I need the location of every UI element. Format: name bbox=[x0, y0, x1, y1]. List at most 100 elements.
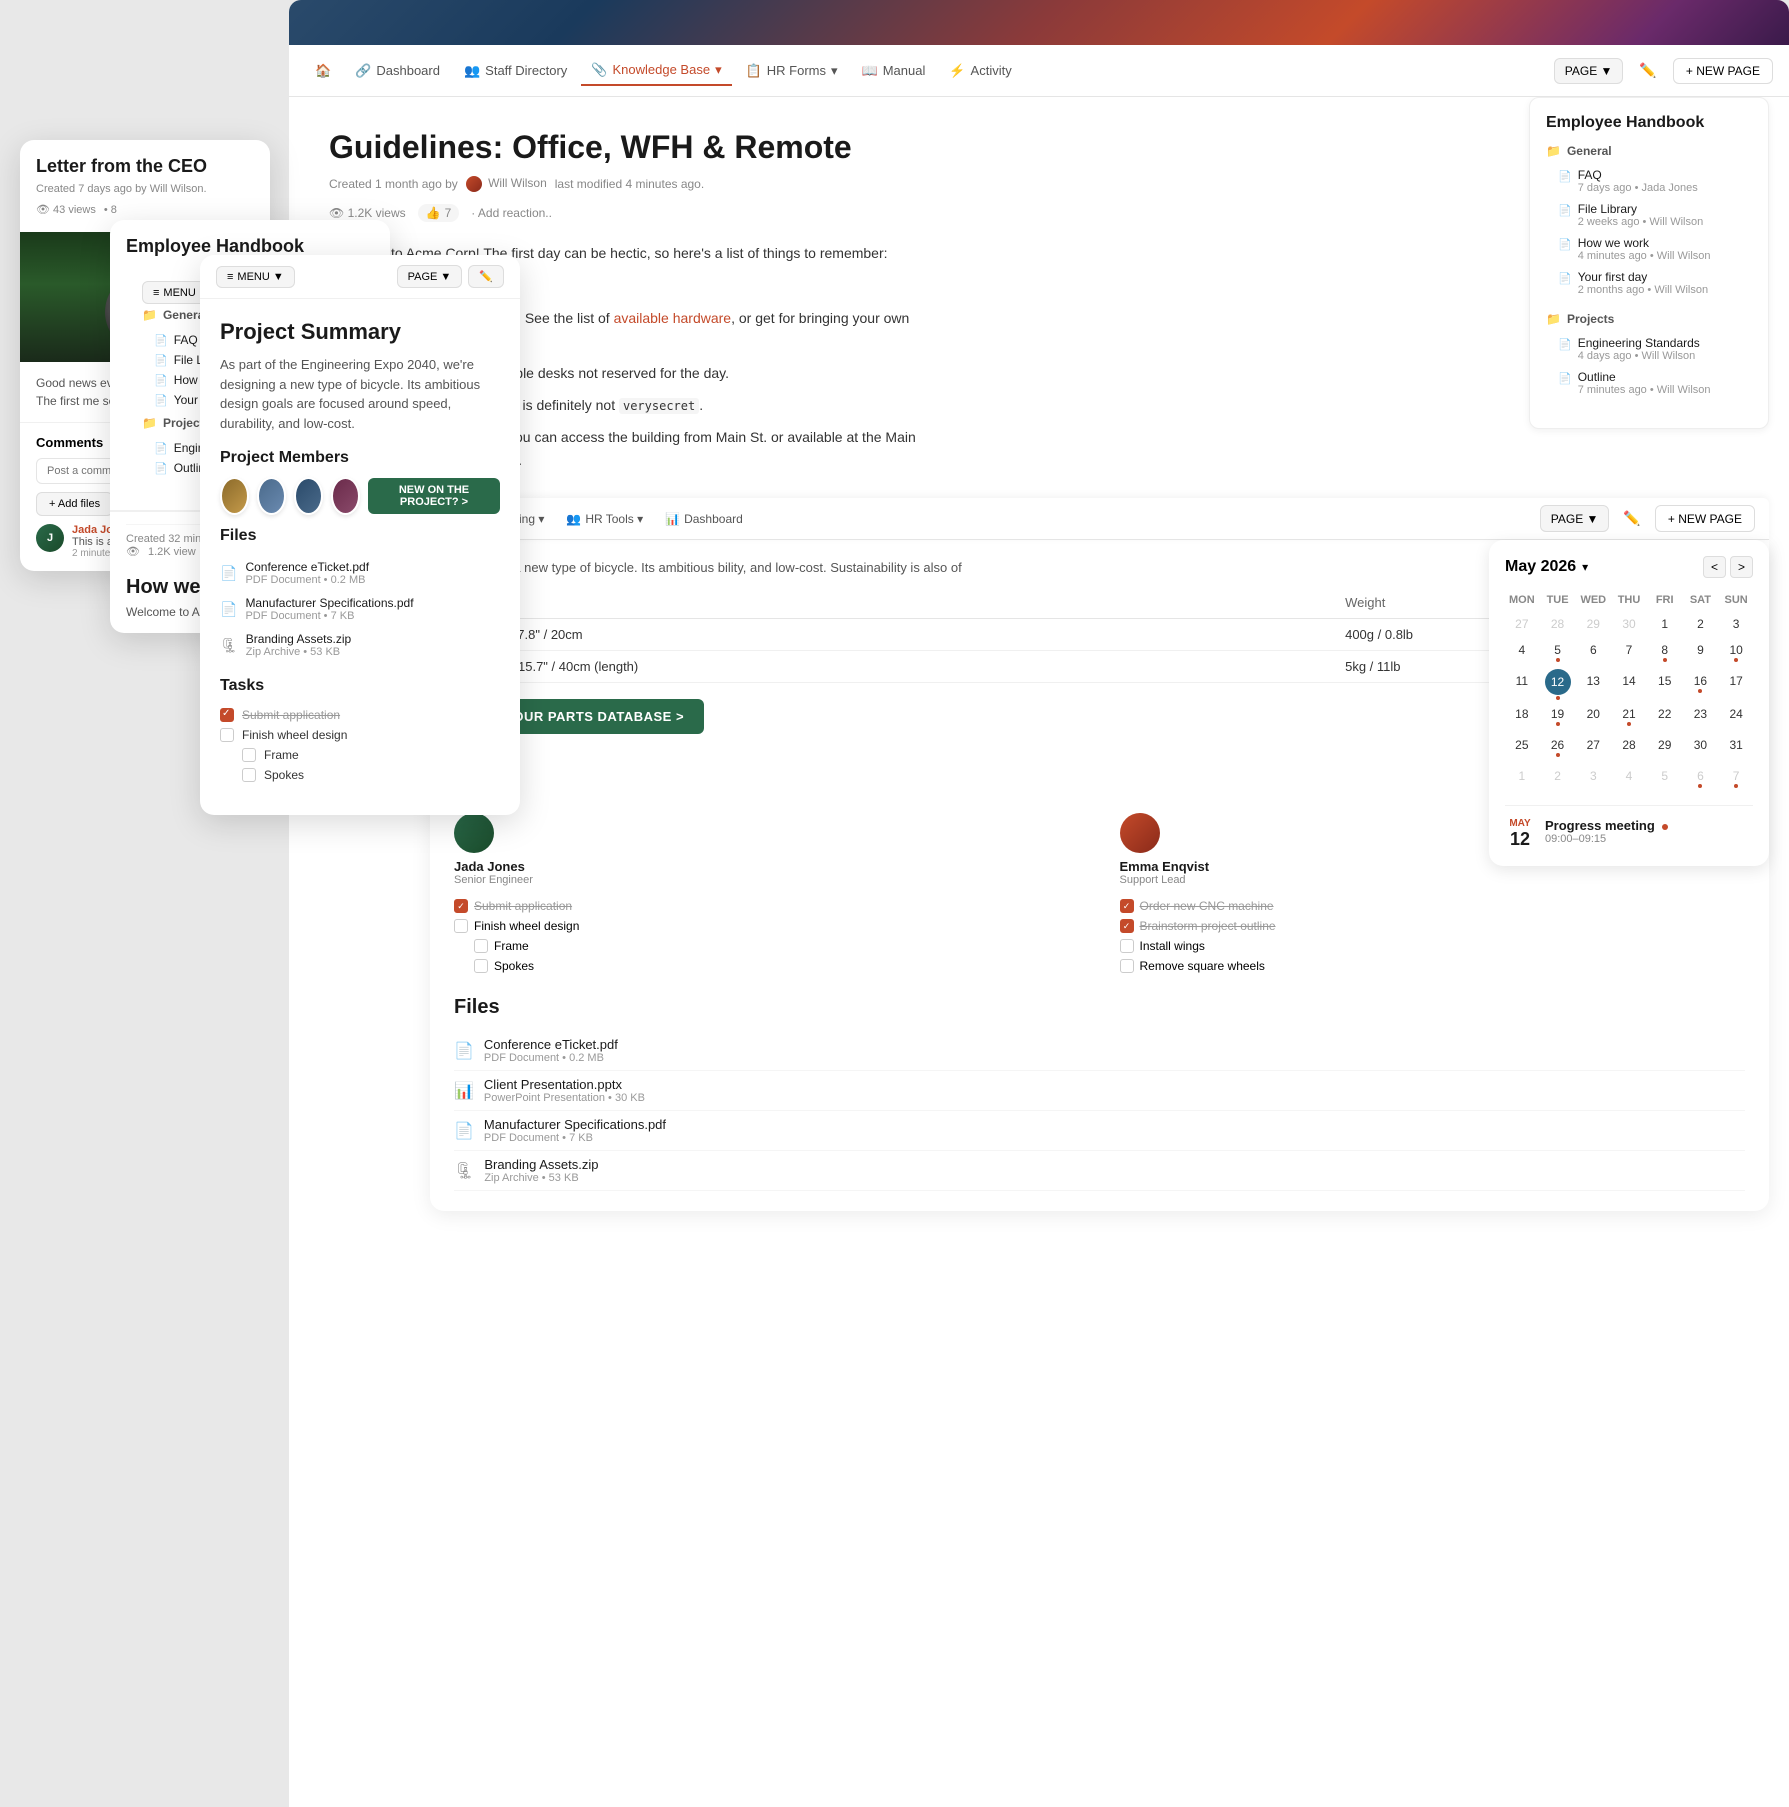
cal-day-2-next[interactable]: 2 bbox=[1541, 764, 1575, 793]
cal-day-24[interactable]: 24 bbox=[1719, 702, 1753, 731]
cal-day-23[interactable]: 23 bbox=[1684, 702, 1718, 731]
second-nav-hr-tools[interactable]: 👥 HR Tools ▾ bbox=[558, 507, 651, 531]
cal-day-22[interactable]: 22 bbox=[1648, 702, 1682, 731]
emma-cb-2[interactable]: ✓ bbox=[1120, 919, 1134, 933]
cal-day-29[interactable]: 29 bbox=[1648, 733, 1682, 762]
subtask-cb-spokes[interactable] bbox=[242, 768, 256, 782]
file-name-4: Branding Assets.zip bbox=[484, 1157, 598, 1172]
sidebar-outline[interactable]: 📄 Outline 7 minutes ago • Will Wilson bbox=[1558, 366, 1752, 400]
subtask-cb-frame[interactable] bbox=[242, 748, 256, 762]
cal-day-4[interactable]: 4 bbox=[1505, 638, 1539, 667]
cal-day-5-next[interactable]: 5 bbox=[1648, 764, 1682, 793]
nav-knowledge-base[interactable]: 📎 Knowledge Base ▾ bbox=[581, 56, 731, 86]
proj-menu-btn[interactable]: ≡ MENU ▼ bbox=[216, 266, 295, 288]
nav-home[interactable]: 🏠 bbox=[305, 57, 341, 85]
sidebar-file-library[interactable]: 📄 File Library 2 weeks ago • Will Wilson bbox=[1558, 198, 1752, 232]
sidebar-engineering-standards[interactable]: 📄 Engineering Standards 4 days ago • Wil… bbox=[1558, 332, 1752, 366]
cal-day-18[interactable]: 18 bbox=[1505, 702, 1539, 731]
cal-day-28-prev[interactable]: 28 bbox=[1541, 612, 1575, 636]
cal-day-5[interactable]: 5 bbox=[1541, 638, 1575, 667]
cal-day-26[interactable]: 26 bbox=[1541, 733, 1575, 762]
jada-sub-cb-frame[interactable] bbox=[474, 939, 488, 953]
cal-day-6[interactable]: 6 bbox=[1576, 638, 1610, 667]
cal-day-17[interactable]: 17 bbox=[1719, 669, 1753, 700]
task-checkbox-2[interactable] bbox=[220, 728, 234, 742]
hb-first-day-icon: 📄 bbox=[154, 394, 168, 407]
sidebar-how-we-work[interactable]: 📄 How we work 4 minutes ago • Will Wilso… bbox=[1558, 232, 1752, 266]
sidebar-faq[interactable]: 📄 FAQ 7 days ago • Jada Jones bbox=[1558, 164, 1752, 198]
file-library-name: File Library bbox=[1578, 202, 1704, 216]
cal-day-16[interactable]: 16 bbox=[1684, 669, 1718, 700]
cal-mon: MON bbox=[1505, 590, 1539, 610]
calendar-next-btn[interactable]: > bbox=[1730, 556, 1753, 578]
cal-day-14[interactable]: 14 bbox=[1612, 669, 1646, 700]
cal-day-20[interactable]: 20 bbox=[1576, 702, 1610, 731]
second-new-page-btn[interactable]: + NEW PAGE bbox=[1655, 505, 1755, 532]
cal-day-8[interactable]: 8 bbox=[1648, 638, 1682, 667]
calendar-prev-btn[interactable]: < bbox=[1703, 556, 1726, 578]
cal-day-4-next[interactable]: 4 bbox=[1612, 764, 1646, 793]
jada-cb-1[interactable]: ✓ bbox=[454, 899, 468, 913]
cal-day-9[interactable]: 9 bbox=[1684, 638, 1718, 667]
page-button[interactable]: PAGE ▼ bbox=[1554, 58, 1624, 84]
emma-task-label-1: Order new CNC machine bbox=[1140, 899, 1274, 913]
emma-cb-4[interactable] bbox=[1120, 959, 1134, 973]
nav-manual[interactable]: 📖 Manual bbox=[852, 57, 936, 85]
cal-day-6-next[interactable]: 6 bbox=[1684, 764, 1718, 793]
cal-day-25[interactable]: 25 bbox=[1505, 733, 1539, 762]
cal-day-10[interactable]: 10 bbox=[1719, 638, 1753, 667]
edit-button[interactable]: ✏️ bbox=[1631, 57, 1664, 84]
cal-day-29-prev[interactable]: 29 bbox=[1576, 612, 1610, 636]
cal-day-3[interactable]: 3 bbox=[1719, 612, 1753, 636]
sidebar-general-header: 📁 General bbox=[1546, 144, 1752, 158]
available-hardware-link[interactable]: available hardware bbox=[614, 310, 732, 326]
cal-day-3-next[interactable]: 3 bbox=[1576, 764, 1610, 793]
cal-day-30[interactable]: 30 bbox=[1684, 733, 1718, 762]
reaction-btn[interactable]: 👍 7 bbox=[418, 204, 460, 222]
doc-icon-eng: 📄 bbox=[1558, 338, 1572, 351]
task-checkbox-1[interactable] bbox=[220, 708, 234, 722]
file-library-meta: 2 weeks ago • Will Wilson bbox=[1578, 216, 1704, 228]
emma-cb-3[interactable] bbox=[1120, 939, 1134, 953]
new-on-project-btn[interactable]: NEW ON THE PROJECT? > bbox=[368, 478, 500, 514]
proj-page-btn[interactable]: PAGE ▼ bbox=[397, 265, 463, 288]
cal-day-15[interactable]: 15 bbox=[1648, 669, 1682, 700]
add-files-button[interactable]: + Add files bbox=[36, 492, 113, 516]
cal-day-7-next[interactable]: 7 bbox=[1719, 764, 1753, 793]
cal-day-13[interactable]: 13 bbox=[1576, 669, 1610, 700]
second-edit-btn[interactable]: ✏️ bbox=[1615, 505, 1648, 532]
emma-cb-1[interactable]: ✓ bbox=[1120, 899, 1134, 913]
cal-day-1-next[interactable]: 1 bbox=[1505, 764, 1539, 793]
cal-day-2[interactable]: 2 bbox=[1684, 612, 1718, 636]
cal-day-7[interactable]: 7 bbox=[1612, 638, 1646, 667]
cal-day-12-today[interactable]: 12 bbox=[1545, 669, 1571, 695]
nav-hr-forms[interactable]: 📋 HR Forms ▾ bbox=[736, 57, 848, 85]
cal-day-31[interactable]: 31 bbox=[1719, 733, 1753, 762]
nav-activity[interactable]: ⚡ Activity bbox=[939, 57, 1021, 85]
cal-day-12-wrapper[interactable]: 12 bbox=[1541, 669, 1575, 700]
jada-sub-cb-spokes[interactable] bbox=[474, 959, 488, 973]
calendar-event[interactable]: MAY 12 Progress meeting 09:00–09:15 bbox=[1505, 805, 1753, 850]
emma-avatar bbox=[1120, 813, 1160, 853]
nav-staff-directory[interactable]: 👥 Staff Directory bbox=[454, 57, 577, 85]
cal-day-19[interactable]: 19 bbox=[1541, 702, 1575, 731]
cal-day-27-prev[interactable]: 27 bbox=[1505, 612, 1539, 636]
add-reaction[interactable]: · Add reaction.. bbox=[471, 206, 552, 220]
new-page-button[interactable]: + NEW PAGE bbox=[1673, 58, 1773, 84]
commenter-avatar: J bbox=[36, 524, 64, 552]
calendar-dropdown-icon[interactable]: ▾ bbox=[1582, 560, 1588, 574]
cal-day-1[interactable]: 1 bbox=[1648, 612, 1682, 636]
cal-day-30-prev[interactable]: 30 bbox=[1612, 612, 1646, 636]
second-nav-dashboard[interactable]: 📊 Dashboard bbox=[657, 507, 751, 531]
cal-day-11[interactable]: 11 bbox=[1505, 669, 1539, 700]
cal-day-27[interactable]: 27 bbox=[1576, 733, 1610, 762]
nav-dashboard[interactable]: 🔗 Dashboard bbox=[345, 57, 450, 85]
cal-day-28[interactable]: 28 bbox=[1612, 733, 1646, 762]
proj-edit-btn[interactable]: ✏️ bbox=[468, 265, 504, 288]
second-nav: ⚙️ Engineering ▾ 👥 HR Tools ▾ 📊 Dashboar… bbox=[430, 498, 1769, 540]
sidebar-your-first-day[interactable]: 📄 Your first day 2 months ago • Will Wil… bbox=[1558, 266, 1752, 300]
dot-26 bbox=[1556, 753, 1560, 757]
jada-cb-2[interactable] bbox=[454, 919, 468, 933]
second-page-btn[interactable]: PAGE ▼ bbox=[1540, 505, 1610, 532]
cal-day-21[interactable]: 21 bbox=[1612, 702, 1646, 731]
